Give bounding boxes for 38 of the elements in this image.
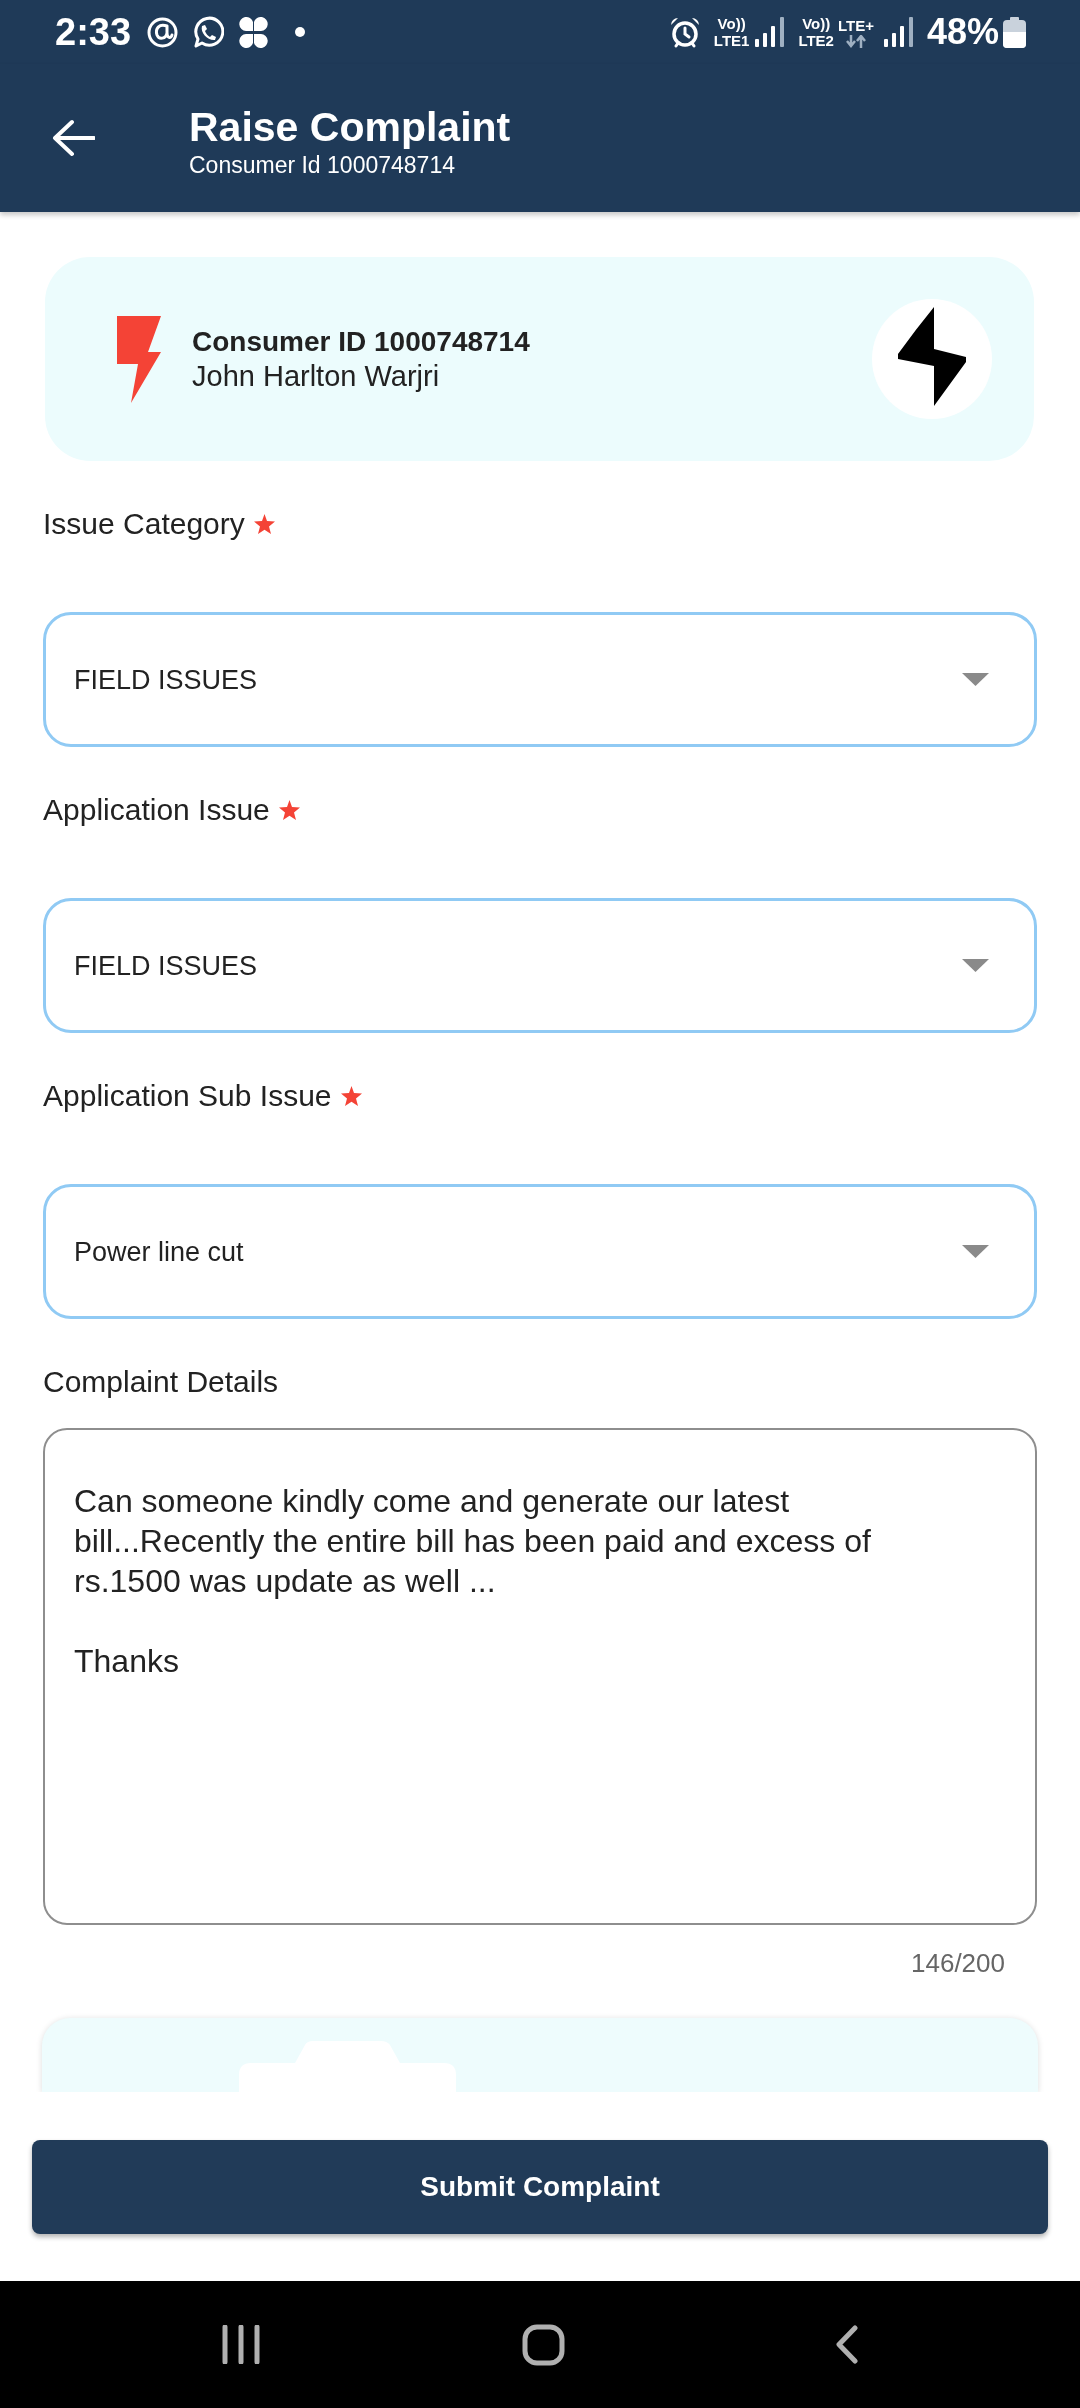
caret-icon: [962, 1245, 989, 1258]
field-label: Complaint Details: [43, 1364, 279, 1400]
back-icon[interactable]: [835, 2325, 858, 2364]
network-label: LTE1: [713, 32, 750, 49]
clover-icon: [237, 15, 271, 49]
page-title: Raise Complaint: [189, 104, 511, 150]
character-counter: 146/200: [911, 1948, 1005, 1978]
lightning-circle-icon: [872, 299, 992, 419]
chat-bubble-icon: [191, 15, 225, 49]
caret-icon: [962, 959, 989, 972]
recents-icon[interactable]: [222, 2325, 260, 2364]
consumer-name: John Harlton Warjri: [192, 359, 441, 393]
data-arrows-icon: [844, 34, 867, 48]
battery-icon: [1003, 16, 1026, 48]
network-type-label: LTE+: [837, 16, 874, 34]
status-time: 2:33: [55, 12, 132, 52]
dot-icon: [295, 27, 306, 37]
caret-icon: [962, 673, 989, 686]
field-label: Issue Category: [43, 506, 245, 542]
network-label: LTE2: [798, 32, 834, 49]
at-sign-icon: [147, 16, 179, 48]
consumer-id-text: Consumer ID 1000748714: [192, 325, 531, 359]
text-area-field[interactable]: Can someone kindly come and generate our latest bill...Recently the entire bill has been paid and excess of rs.1500 was update as well ... Thanks: [43, 1428, 1037, 1925]
field-label: Application Sub Issue: [43, 1078, 332, 1114]
signal-icon: [883, 17, 913, 47]
alarm-clock-icon: [668, 16, 701, 48]
field-label: Application Issue: [43, 792, 270, 828]
battery-percentage: 48%: [926, 12, 999, 52]
dropdown-field[interactable]: FIELD ISSUES: [43, 898, 1037, 1033]
page-subtitle: Consumer Id 1000748714: [189, 151, 456, 179]
dropdown-field[interactable]: FIELD ISSUES: [43, 612, 1037, 747]
lightning-icon: [117, 315, 161, 403]
signal-icon: [755, 17, 785, 47]
volte-label: Vo)): [802, 15, 831, 32]
home-icon[interactable]: [522, 2323, 565, 2366]
dropdown-field[interactable]: Power line cut: [43, 1184, 1037, 1319]
volte-label: Vo)): [717, 15, 746, 32]
submit-button[interactable]: Submit Complaint: [32, 2140, 1048, 2234]
